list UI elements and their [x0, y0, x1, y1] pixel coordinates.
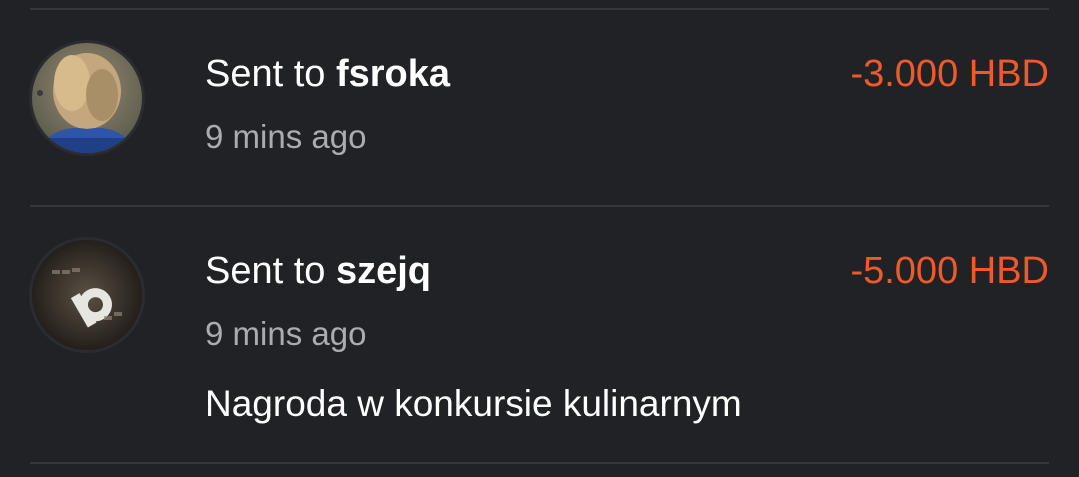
title-prefix: Sent to — [205, 250, 336, 292]
transaction-item[interactable]: Sent to szejq 9 mins ago -5.000 HBD Nagr… — [0, 207, 1079, 463]
divider — [30, 462, 1049, 464]
transaction-time: 9 mins ago — [205, 118, 367, 155]
recipient-username[interactable]: szejq — [336, 250, 431, 292]
transaction-list: Sent to fsroka 9 mins ago -3.000 HBD Sen… — [0, 0, 1079, 477]
transaction-title: Sent to szejq — [205, 250, 431, 293]
recipient-username[interactable]: fsroka — [336, 53, 450, 95]
transaction-title: Sent to fsroka — [205, 53, 450, 96]
transaction-amount: -5.000 HBD — [850, 250, 1049, 292]
transaction-memo: Nagroda w konkursie kulinarnym — [205, 383, 742, 424]
avatar[interactable] — [32, 43, 142, 153]
transaction-time: 9 mins ago — [205, 315, 367, 352]
transaction-item[interactable]: Sent to fsroka 9 mins ago -3.000 HBD — [0, 10, 1079, 206]
user-logo-icon — [32, 240, 142, 350]
transaction-amount: -3.000 HBD — [850, 53, 1049, 95]
avatar[interactable] — [32, 240, 142, 350]
user-photo-icon — [32, 43, 142, 153]
title-prefix: Sent to — [205, 53, 336, 95]
